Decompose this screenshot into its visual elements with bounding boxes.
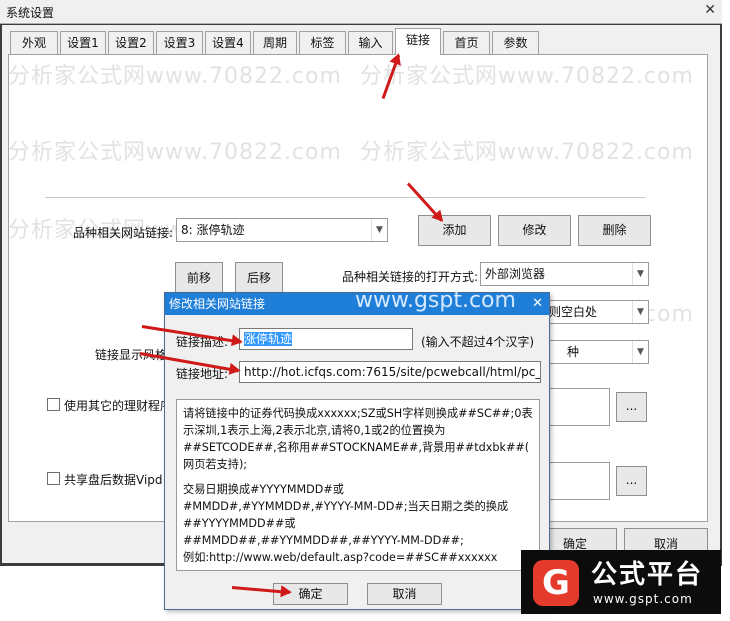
tab-2[interactable]: 设置2 <box>108 31 154 54</box>
add-button[interactable]: 添加 <box>418 215 491 246</box>
close-icon[interactable]: ✕ <box>704 2 716 18</box>
dialog-cancel-button[interactable]: 取消 <box>367 583 442 605</box>
gspt-logo: G 公式平台 www.gspt.com <box>521 550 721 614</box>
link-desc-value: 涨停轨迹 <box>244 332 293 346</box>
logo-url: www.gspt.com <box>593 592 693 606</box>
tab-7[interactable]: 输入 <box>348 31 393 54</box>
link-desc-input[interactable]: 涨停轨迹 <box>239 328 413 350</box>
help-text-block: 请将链接中的证券代码换成xxxxxx;SZ或SH字样则换成##SC##;0表 示深… <box>183 405 533 473</box>
window-title: 系统设置 <box>6 6 55 20</box>
site-link-select[interactable]: 8: 涨停轨迹 ▼ <box>176 218 388 242</box>
help-text-line: ##YYYYMMDD##或 <box>183 517 296 530</box>
window-titlebar: 系统设置 ✕ <box>0 0 722 24</box>
link-desc-hint: (输入不超过4个汉字) <box>421 335 534 349</box>
dialog-title: 修改相关网站链接 <box>169 297 266 311</box>
help-text-line: ##MMDD##,##YYMMDD##,##YYYY-MM-DD##; <box>183 534 464 547</box>
delete-button[interactable]: 删除 <box>578 215 651 246</box>
open-mode-value: 外部浏览器 <box>485 267 546 281</box>
logo-mark: G <box>533 560 579 606</box>
share-data-label: 共享盘后数据Vipd <box>64 473 163 487</box>
link-url-input[interactable]: http://hot.icfqs.com:7615/site/pcwebcall… <box>239 361 541 383</box>
other-program-path[interactable] <box>548 388 610 426</box>
help-text-line: 示深圳,1表示上海,2表示北京,请将0,1或2的位置换为 <box>183 424 446 437</box>
open-mode-label: 品种相关链接的打开方式: <box>342 270 479 284</box>
move-down-button[interactable]: 后移 <box>235 262 283 294</box>
open-mode-select[interactable]: 外部浏览器 ▼ <box>480 262 649 286</box>
share-data-checkbox[interactable] <box>47 472 60 485</box>
use-other-label: 使用其它的理财程序 <box>64 399 173 413</box>
modify-button[interactable]: 修改 <box>498 215 571 246</box>
watermark: www.gspt.com <box>355 288 516 313</box>
help-text-line: 例如:http://www.web/default.asp?code=##SC#… <box>183 551 498 564</box>
tab-9[interactable]: 首页 <box>443 31 490 54</box>
help-text-line: 网页若支持); <box>183 458 248 471</box>
tab-6[interactable]: 标签 <box>299 31 346 54</box>
help-text-block: 交易日期换成#YYYYMMDD#或 #MMDD#,#YYMMDD#,#YYYY-M… <box>183 481 533 566</box>
tab-5[interactable]: 周期 <box>253 31 297 54</box>
use-other-checkbox[interactable] <box>47 398 60 411</box>
chevron-down-icon[interactable]: ▼ <box>632 341 648 363</box>
browse-button[interactable]: ... <box>616 466 647 496</box>
site-link-label: 品种相关网站链接: <box>73 226 174 240</box>
tab-4[interactable]: 设置4 <box>205 31 251 54</box>
help-text-line: 交易日期换成#YYYYMMDD#或 <box>183 483 344 496</box>
tab-8[interactable]: 链接 <box>395 28 441 55</box>
logo-name: 公式平台 <box>591 560 704 590</box>
help-text-line: ##SETCODE##,名称用##STOCKNAME##,背景用##tdxbk#… <box>183 441 530 454</box>
help-text-line: 请将链接中的证券代码换成xxxxxx;SZ或SH字样则换成##SC##;0表 <box>183 407 533 420</box>
tab-10[interactable]: 参数 <box>492 31 539 54</box>
chevron-down-icon[interactable]: ▼ <box>632 301 648 323</box>
dialog-titlebar: 修改相关网站链接 www.gspt.com ✕ <box>165 288 549 315</box>
browse-button[interactable]: ... <box>616 392 647 422</box>
share-data-path[interactable] <box>548 462 610 500</box>
tab-1[interactable]: 设置1 <box>60 31 106 54</box>
help-text-line: #MMDD#,#YYMMDD#,#YYYY-MM-DD#;当天日期之类的换成 <box>183 500 509 513</box>
close-icon[interactable]: ✕ <box>532 293 543 315</box>
move-up-button[interactable]: 前移 <box>175 262 223 294</box>
chevron-down-icon[interactable]: ▼ <box>632 263 648 285</box>
tab-3[interactable]: 设置3 <box>156 31 203 54</box>
tab-0[interactable]: 外观 <box>10 31 58 54</box>
divider <box>45 197 645 198</box>
site-link-value: 8: 涨停轨迹 <box>181 223 245 237</box>
chevron-down-icon[interactable]: ▼ <box>371 219 387 241</box>
help-text-box: 请将链接中的证券代码换成xxxxxx;SZ或SH字样则换成##SC##;0表 示深… <box>176 399 540 571</box>
